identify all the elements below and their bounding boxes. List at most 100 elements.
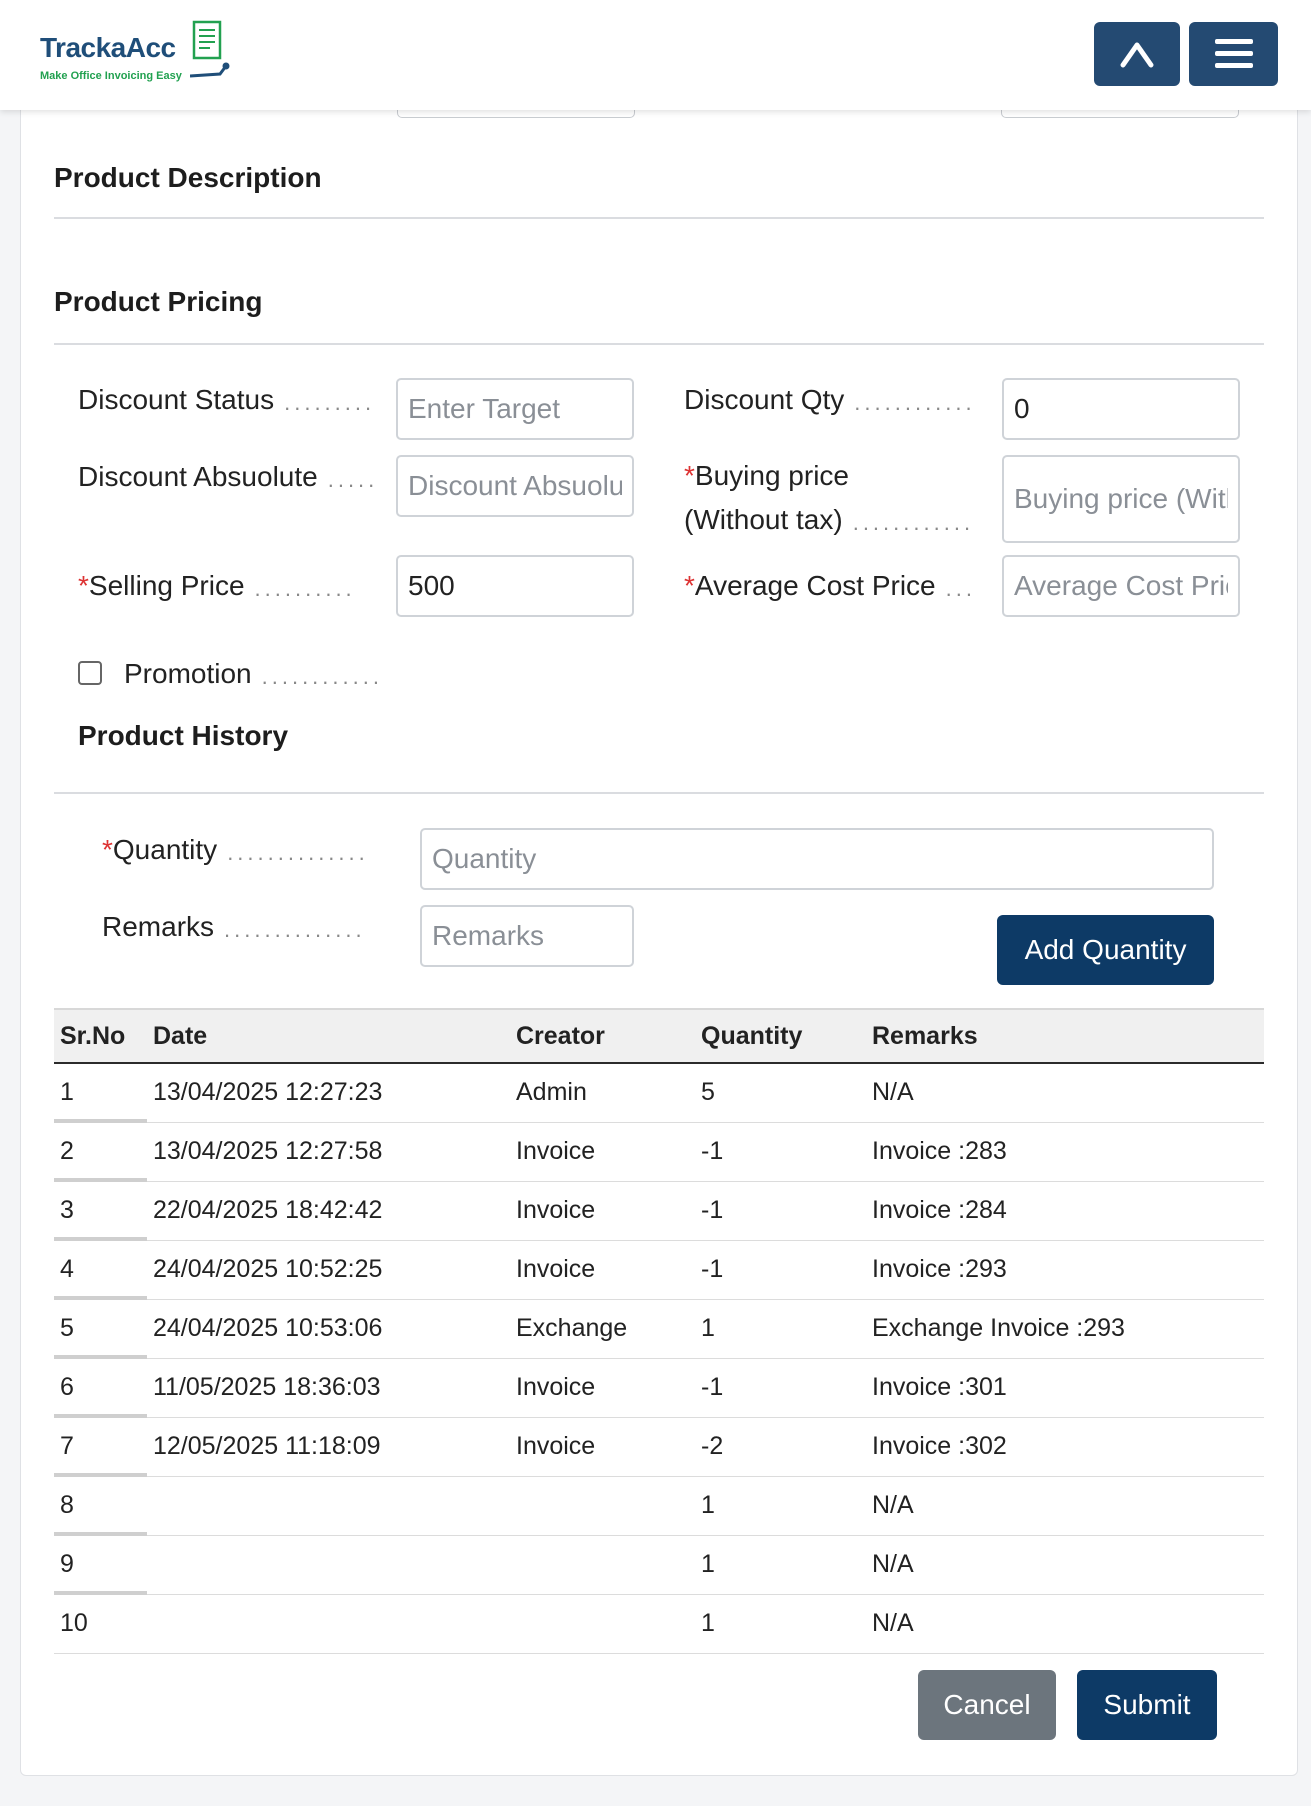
remarks-label: Remarks.............. (102, 911, 366, 942)
selling-price-input[interactable] (396, 555, 634, 617)
required-marker: * (684, 570, 695, 601)
quantity-label: * Quantity.............. (102, 834, 369, 865)
cell-date: 22/04/2025 18:42:42 (153, 1196, 383, 1224)
cell-remarks: N/A (872, 1550, 914, 1578)
column-header-quantity[interactable]: Quantity (701, 1022, 802, 1051)
buying-price-label-line2: (Without tax)............ (684, 504, 975, 535)
cell-quantity: 1 (701, 1314, 715, 1342)
cell-date: 11/05/2025 18:36:03 (153, 1373, 381, 1401)
product-description-title: Product Description (54, 162, 322, 193)
top-navbar: TrackaAcc Make Office Invoicing Easy (0, 0, 1311, 110)
cell-remarks: Invoice :284 (872, 1196, 1007, 1224)
divider (54, 217, 1264, 219)
hamburger-menu-icon (1214, 39, 1253, 68)
cell-quantity: 1 (701, 1609, 715, 1637)
cell-sr-no: 8 (60, 1491, 74, 1519)
cell-remarks: Invoice :302 (872, 1432, 1007, 1460)
cell-date: 12/05/2025 11:18:09 (153, 1432, 381, 1460)
divider (54, 792, 1264, 794)
history-table: Sr.No Date Creator Quantity Remarks 1 13/… (54, 1008, 1264, 1654)
discount-absolute-label: Discount Absuolute..... (78, 461, 379, 492)
discount-status-label: Discount Status......... (78, 384, 376, 415)
divider (54, 343, 1264, 345)
document-icon (190, 20, 230, 78)
cell-remarks: N/A (872, 1078, 914, 1106)
discount-absolute-input[interactable] (396, 455, 634, 517)
cell-creator: Exchange (516, 1314, 628, 1342)
cell-sr-no: 10 (60, 1609, 88, 1637)
cell-remarks: Invoice :283 (872, 1137, 1007, 1165)
average-cost-price-label: * Average Cost Price... (684, 570, 976, 601)
cell-sr-no: 3 (60, 1196, 74, 1224)
cell-creator: Invoice (516, 1373, 596, 1401)
logo-tagline: Make Office Invoicing Easy (40, 70, 182, 82)
cell-remarks: Invoice :301 (872, 1373, 1007, 1401)
required-marker: * (102, 834, 113, 865)
cell-date: 13/04/2025 12:27:58 (153, 1137, 383, 1165)
cell-creator: Admin (516, 1078, 587, 1106)
table-body: 1 13/04/2025 12:27:23 Admin 5 N/A 2 13/04/2025… (54, 1064, 1264, 1654)
table-row[interactable]: 4 24/04/2025 10:52:25 Invoice -1 Invoice :29… (54, 1241, 1264, 1300)
cell-sr-no: 1 (60, 1078, 74, 1106)
cell-quantity: 1 (701, 1550, 715, 1578)
logo-text: TrackaAcc (40, 32, 176, 63)
promotion-label: Promotion............ (124, 658, 383, 689)
cell-creator: Invoice (516, 1432, 596, 1460)
required-marker: * (684, 460, 695, 491)
cell-creator: Invoice (516, 1196, 596, 1224)
product-pricing-title: Product Pricing (54, 286, 263, 317)
add-quantity-button[interactable]: Add Quantity (997, 915, 1214, 985)
cell-sr-no: 6 (60, 1373, 74, 1401)
table-header: Sr.No Date Creator Quantity Remarks (54, 1008, 1264, 1064)
table-row[interactable]: 10 1 N/A (54, 1595, 1264, 1654)
promotion-checkbox[interactable] (78, 661, 102, 685)
remarks-input[interactable] (420, 905, 634, 967)
cell-quantity: -1 (701, 1196, 724, 1224)
table-row[interactable]: 6 11/05/2025 18:36:03 Invoice -1 Invoice :30… (54, 1359, 1264, 1418)
cell-quantity: 1 (701, 1491, 715, 1519)
cell-quantity: -1 (701, 1255, 724, 1283)
cell-sr-no: 5 (60, 1314, 74, 1342)
cell-quantity: -2 (701, 1432, 724, 1460)
cell-date: 13/04/2025 12:27:23 (153, 1078, 383, 1106)
table-row[interactable]: 9 1 N/A (54, 1536, 1264, 1595)
cell-date: 24/04/2025 10:53:06 (153, 1314, 383, 1342)
average-cost-price-input[interactable] (1002, 555, 1240, 617)
table-row[interactable]: 1 13/04/2025 12:27:23 Admin 5 N/A (54, 1064, 1264, 1123)
cell-sr-no: 7 (60, 1432, 74, 1460)
table-row[interactable]: 5 24/04/2025 10:53:06 Exchange 1 Exchange In… (54, 1300, 1264, 1359)
required-marker: * (78, 570, 89, 601)
cell-quantity: 5 (701, 1078, 715, 1106)
discount-status-input[interactable] (396, 378, 634, 440)
cell-quantity: -1 (701, 1373, 724, 1401)
column-header-sr-no[interactable]: Sr.No (60, 1022, 125, 1051)
table-row[interactable]: 2 13/04/2025 12:27:58 Invoice -1 Invoice :28… (54, 1123, 1264, 1182)
quantity-input[interactable] (420, 828, 1214, 890)
discount-qty-label: Discount Qty............ (684, 384, 976, 415)
menu-button[interactable] (1189, 22, 1278, 86)
cell-date: 24/04/2025 10:52:25 (153, 1255, 383, 1283)
buying-price-input[interactable] (1002, 455, 1240, 543)
column-header-date[interactable]: Date (153, 1022, 207, 1051)
app-logo[interactable]: TrackaAcc Make Office Invoicing Easy (40, 20, 240, 90)
cell-sr-no: 4 (60, 1255, 74, 1283)
submit-button[interactable]: Submit (1077, 1670, 1217, 1740)
cell-creator: Invoice (516, 1255, 596, 1283)
buying-price-label: *Buying price (684, 460, 849, 491)
selling-price-label: * Selling Price.......... (78, 570, 356, 601)
table-row[interactable]: 8 1 N/A (54, 1477, 1264, 1536)
column-header-remarks[interactable]: Remarks (872, 1022, 978, 1051)
discount-qty-input[interactable] (1002, 378, 1240, 440)
cell-sr-no: 9 (60, 1550, 74, 1578)
cell-sr-no: 2 (60, 1137, 74, 1165)
table-row[interactable]: 7 12/05/2025 11:18:09 Invoice -2 Invoice :30… (54, 1418, 1264, 1477)
chevron-up-icon (1120, 42, 1154, 68)
cell-remarks: Invoice :293 (872, 1255, 1007, 1283)
cell-quantity: -1 (701, 1137, 724, 1165)
product-history-title: Product History (78, 720, 289, 751)
table-row[interactable]: 3 22/04/2025 18:42:42 Invoice -1 Invoice :28… (54, 1182, 1264, 1241)
column-header-creator[interactable]: Creator (516, 1022, 605, 1051)
cancel-button[interactable]: Cancel (918, 1670, 1056, 1740)
collapse-button[interactable] (1094, 22, 1180, 86)
cell-remarks: Exchange Invoice :293 (872, 1314, 1125, 1342)
